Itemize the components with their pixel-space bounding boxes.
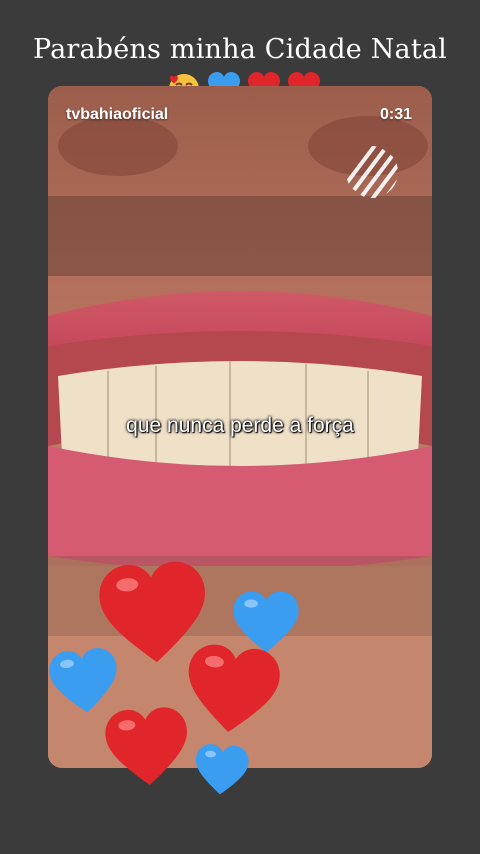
username[interactable]: tvbahiaoficial	[66, 106, 168, 124]
page-title: Parabéns minha Cidade Natal	[32, 34, 448, 65]
video-player[interactable]: tvbahiaoficial 0:31 que nunca perde a fo…	[48, 86, 432, 768]
video-timer: 0:31	[379, 106, 412, 123]
channel-logo-icon	[346, 146, 398, 198]
video-caption: que nunca perde a força	[126, 414, 354, 437]
